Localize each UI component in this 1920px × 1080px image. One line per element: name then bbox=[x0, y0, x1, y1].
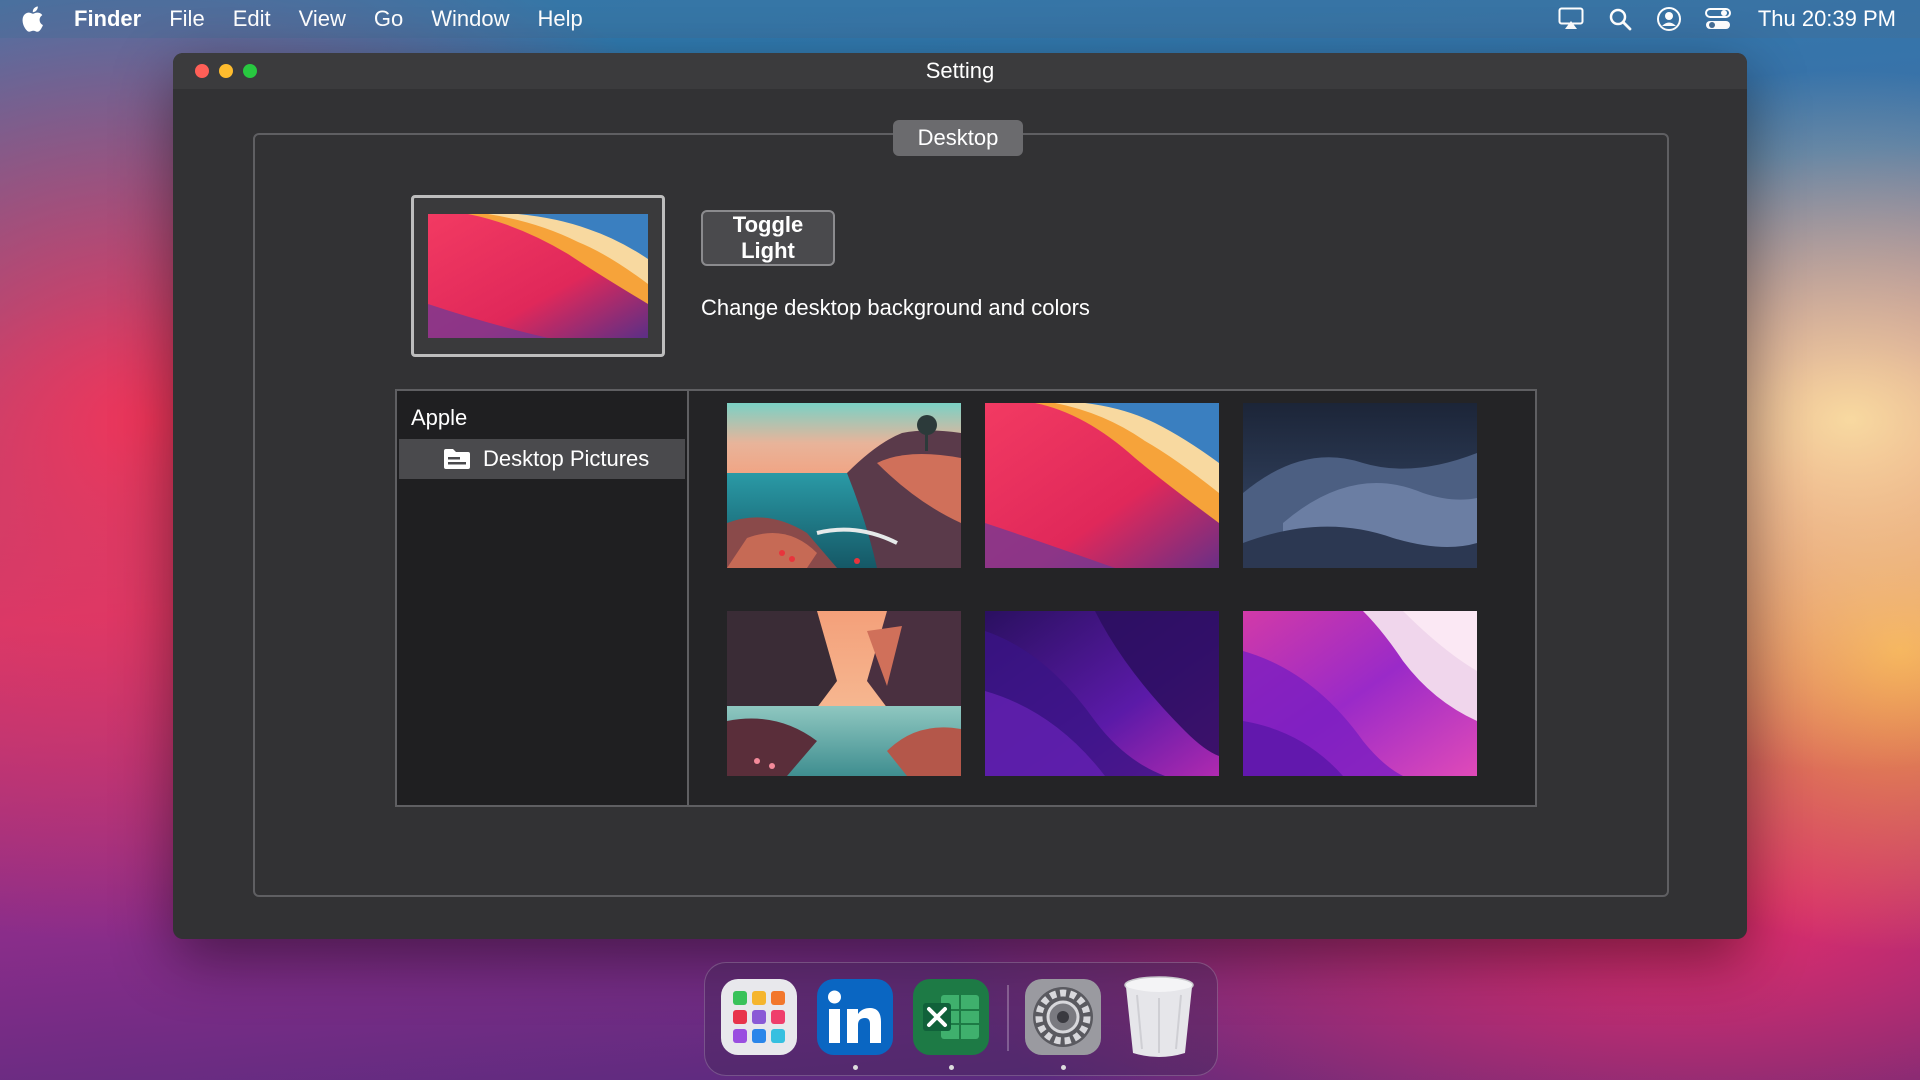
menu-file[interactable]: File bbox=[169, 6, 204, 32]
user-icon[interactable] bbox=[1655, 5, 1683, 33]
sidebar-item-desktop-pictures[interactable]: Desktop Pictures bbox=[399, 439, 685, 479]
linkedin-icon[interactable] bbox=[815, 977, 895, 1057]
monterey-pink-purple-wallpaper[interactable] bbox=[1243, 611, 1477, 776]
trash-icon[interactable] bbox=[1119, 973, 1199, 1059]
menu-window[interactable]: Window bbox=[431, 6, 509, 32]
maximize-window-button[interactable] bbox=[243, 64, 257, 78]
excel-icon[interactable] bbox=[911, 977, 991, 1057]
coastal-cliffs-wallpaper[interactable] bbox=[727, 403, 961, 568]
sidebar-section-apple[interactable]: Apple bbox=[397, 391, 687, 439]
toggle-light-button[interactable]: Toggle Light bbox=[701, 210, 835, 266]
system-preferences-running-indicator bbox=[1061, 1065, 1066, 1070]
menu-clock[interactable]: Thu 20:39 PM bbox=[1758, 6, 1896, 32]
system-preferences-icon[interactable] bbox=[1023, 977, 1103, 1057]
linkedin-running-indicator bbox=[853, 1065, 858, 1070]
menu-edit[interactable]: Edit bbox=[233, 6, 271, 32]
close-window-button[interactable] bbox=[195, 64, 209, 78]
dock bbox=[704, 962, 1218, 1076]
launchpad-icon[interactable] bbox=[719, 977, 799, 1057]
mojave-night-dunes-wallpaper[interactable] bbox=[1243, 403, 1477, 568]
menu-bar: Finder File Edit View Go Window Help Thu… bbox=[0, 0, 1920, 38]
wallpaper-browser: Apple Desktop Pictures bbox=[395, 389, 1537, 807]
search-icon[interactable] bbox=[1606, 5, 1634, 33]
control-center-icon[interactable] bbox=[1704, 5, 1732, 33]
apple-logo-icon[interactable] bbox=[20, 3, 52, 35]
big-sur-waves-wallpaper[interactable] bbox=[985, 403, 1219, 568]
settings-window: Setting Desktop Toggle Light Change desk… bbox=[173, 53, 1747, 939]
menu-view[interactable]: View bbox=[299, 6, 346, 32]
minimize-window-button[interactable] bbox=[219, 64, 233, 78]
dock-divider bbox=[1007, 985, 1009, 1051]
airplay-icon[interactable] bbox=[1557, 5, 1585, 33]
current-wallpaper-preview bbox=[411, 195, 665, 357]
menu-app-name[interactable]: Finder bbox=[74, 6, 141, 32]
window-titlebar[interactable]: Setting bbox=[173, 53, 1747, 89]
description-text: Change desktop background and colors bbox=[701, 295, 1090, 320]
wallpaper-grid bbox=[689, 391, 1535, 805]
wallpaper-sidebar: Apple Desktop Pictures bbox=[397, 391, 689, 805]
desktop-group-label: Desktop bbox=[893, 120, 1023, 156]
canyon-river-wallpaper[interactable] bbox=[727, 611, 961, 776]
window-title: Setting bbox=[925, 58, 995, 83]
folder-icon bbox=[443, 448, 471, 470]
excel-running-indicator bbox=[949, 1065, 954, 1070]
menu-go[interactable]: Go bbox=[374, 6, 403, 32]
sidebar-item-label: Desktop Pictures bbox=[483, 446, 650, 471]
monterey-dark-purple-wallpaper[interactable] bbox=[985, 611, 1219, 776]
big-sur-preview-image bbox=[428, 214, 648, 338]
menu-help[interactable]: Help bbox=[538, 6, 583, 32]
